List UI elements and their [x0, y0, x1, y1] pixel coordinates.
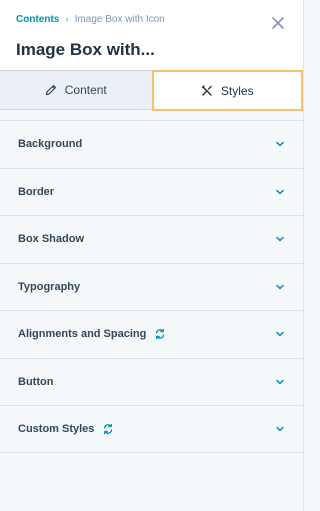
styles-icon [201, 84, 213, 97]
section-button[interactable]: Button [0, 357, 303, 405]
sidebar-panel: Contents › Image Box with Icon Image Box… [0, 0, 304, 511]
tab-styles[interactable]: Styles [151, 70, 303, 111]
section-alignments-label: Alignments and Spacing [18, 328, 147, 341]
tab-bar: Content Styles [0, 70, 303, 111]
chevron-down-icon [276, 332, 284, 337]
tab-content[interactable]: Content [0, 71, 152, 109]
section-border[interactable]: Border [0, 167, 303, 215]
close-icon[interactable] [271, 16, 285, 30]
tab-styles-label: Styles [220, 83, 254, 98]
section-label: Background [18, 138, 82, 150]
section-border-label: Border [18, 185, 55, 198]
section-alignments-and-spacing[interactable]: Alignments and Spacing [0, 310, 303, 358]
tab-content-label: Content [64, 83, 107, 97]
sync-icon [154, 328, 166, 340]
pencil-icon [45, 84, 57, 96]
section-box-shadow-label: Box Shadow [18, 233, 85, 246]
section-background[interactable]: Background [0, 120, 303, 168]
chevron-down-icon [276, 142, 284, 147]
panel-header: Contents › Image Box with Icon Image Box… [0, 0, 303, 70]
chevron-down-icon [276, 284, 284, 289]
section-label: Box Shadow [18, 233, 84, 245]
section-background-label: Background [18, 138, 83, 151]
page-title: Image Box with... [16, 40, 155, 59]
section-button-label: Button [18, 375, 54, 388]
section-label: Button [18, 376, 53, 388]
chevron-down-icon [276, 379, 284, 384]
chevron-down-icon [276, 237, 284, 242]
breadcrumb-current: Image Box with Icon [74, 14, 165, 25]
sync-icon [102, 423, 114, 435]
breadcrumb: Contents › Image Box with Icon [16, 14, 287, 26]
section-box-shadow[interactable]: Box Shadow [0, 215, 303, 263]
breadcrumb-separator: › [65, 14, 69, 25]
section-label: Typography [18, 281, 80, 293]
chevron-down-icon [276, 426, 284, 431]
section-custom-styles-label: Custom Styles [18, 422, 95, 435]
chevron-down-icon [276, 189, 284, 194]
section-typography-label: Typography [18, 280, 81, 293]
section-custom-styles[interactable]: Custom Styles [0, 405, 303, 453]
style-sections: Background Border Box Shadow Typography … [0, 120, 303, 453]
section-label: Alignments and Spacing [18, 328, 166, 340]
section-typography[interactable]: Typography [0, 262, 303, 310]
breadcrumb-contents-link[interactable]: Contents [16, 14, 59, 26]
section-label: Border [18, 186, 54, 198]
section-label: Custom Styles [18, 423, 114, 435]
